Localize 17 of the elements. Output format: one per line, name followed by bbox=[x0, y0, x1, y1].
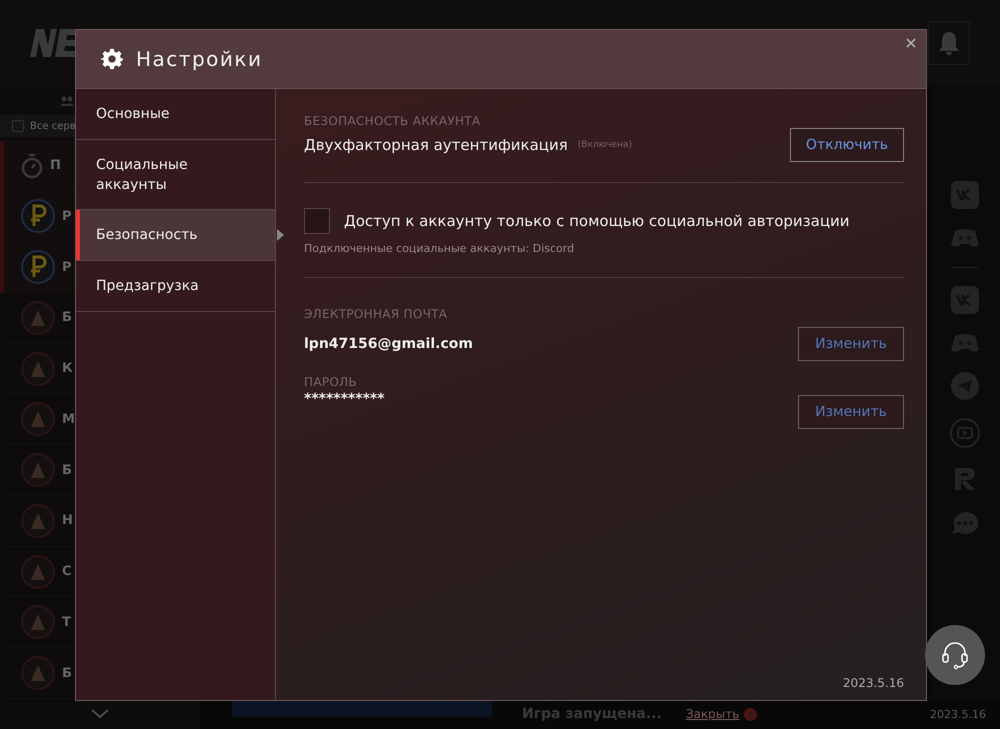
password-value: *********** bbox=[304, 391, 385, 407]
section-heading: ПАРОЛЬ bbox=[304, 375, 358, 389]
change-button[interactable]: Изменить bbox=[798, 395, 904, 429]
email-value: lpn47156@gmail.com bbox=[304, 336, 473, 352]
status-label: (Включена) bbox=[578, 140, 632, 150]
two-factor-label: Двухфакторная аутентификация bbox=[304, 136, 568, 154]
connected-accounts-text: Подключенные социальные аккаунты: Discord bbox=[304, 242, 576, 255]
disable-button[interactable]: Отключить bbox=[790, 128, 904, 162]
nav-tab[interactable]: Предзагрузка bbox=[76, 261, 275, 312]
nav-tab[interactable]: Основные bbox=[76, 89, 275, 140]
section-heading: ЭЛЕКТРОННАЯ ПОЧТА bbox=[304, 307, 448, 321]
checkbox-label: Доступ к аккаунту только с помощью социальной авторизации bbox=[344, 212, 850, 230]
change-button[interactable]: Изменить bbox=[798, 327, 904, 361]
version-label: 2023.5.16 bbox=[842, 676, 904, 692]
section-heading: БЕЗОПАСНОСТЬ АККАУНТА bbox=[304, 114, 482, 128]
version-label: 2023.5.16 bbox=[930, 708, 986, 720]
dialog-title: Настройки bbox=[136, 47, 262, 71]
